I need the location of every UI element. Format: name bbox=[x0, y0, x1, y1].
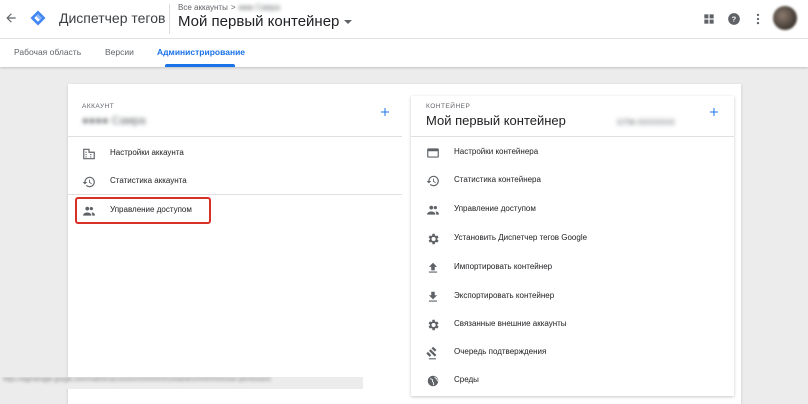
add-account-plus-icon[interactable] bbox=[379, 106, 391, 118]
environments-item[interactable]: Среды bbox=[426, 371, 716, 391]
import-container-label: Импортировать контейнер bbox=[454, 262, 553, 271]
export-container-item[interactable]: Экспортировать контейнер bbox=[426, 287, 716, 307]
container-settings-label: Настройки контейнера bbox=[454, 147, 539, 156]
building-icon bbox=[83, 148, 95, 160]
history-icon bbox=[82, 176, 95, 188]
gear-icon bbox=[428, 233, 439, 245]
container-activity-item[interactable]: Статистика контейнера bbox=[426, 171, 716, 191]
export-container-label: Экспортировать контейнер bbox=[454, 291, 555, 300]
container-title: Мой первый контейнер bbox=[178, 13, 340, 30]
status-url-bar: https://tagmanager.google.com/#/admin/ac… bbox=[0, 377, 363, 389]
container-divider bbox=[411, 136, 734, 137]
account-activity-item[interactable]: Статистика аккаунта bbox=[82, 172, 382, 192]
linked-accounts-label: Связанные внешние аккаунты bbox=[454, 319, 567, 328]
more-vert-icon[interactable] bbox=[751, 12, 765, 26]
top-bar: Диспетчер тегов Все аккаунты > ●●● Самра М… bbox=[0, 0, 808, 39]
import-container-item[interactable]: Импортировать контейнер bbox=[426, 258, 716, 278]
container-name: Мой первый контейнер bbox=[426, 113, 566, 128]
account-divider-2 bbox=[68, 194, 402, 195]
account-name: ●●●● Самра bbox=[82, 115, 146, 127]
account-activity-label: Статистика аккаунта bbox=[110, 176, 187, 185]
install-gtm-item[interactable]: Установить Диспетчер тегов Google bbox=[426, 229, 716, 249]
tab-versions[interactable]: Версии bbox=[105, 47, 134, 57]
upload-icon bbox=[428, 262, 438, 273]
people-icon bbox=[427, 205, 439, 215]
account-settings-item[interactable]: Настройки аккаунта bbox=[82, 144, 382, 164]
container-user-management-label: Управление доступом bbox=[454, 204, 536, 213]
container-user-management-item[interactable]: Управление доступом bbox=[426, 200, 716, 220]
linked-accounts-item[interactable]: Связанные внешние аккаунты bbox=[426, 315, 716, 335]
help-icon[interactable]: ? bbox=[727, 12, 741, 26]
account-divider bbox=[68, 136, 402, 137]
container-section-label: КОНТЕЙНЕР bbox=[426, 103, 471, 110]
breadcrumb-all-accounts[interactable]: Все аккаунты bbox=[178, 3, 228, 12]
approval-queue-item[interactable]: Очередь подтверждения bbox=[426, 343, 716, 363]
tab-admin[interactable]: Администрирование bbox=[157, 47, 245, 57]
active-tab-indicator bbox=[165, 64, 235, 67]
container-id: GTM-XXXXXXX bbox=[617, 118, 675, 127]
highlight-frame bbox=[75, 197, 211, 224]
breadcrumb-separator: > bbox=[230, 3, 236, 12]
history-icon bbox=[426, 175, 439, 187]
chevron-down-icon bbox=[344, 20, 353, 25]
product-name[interactable]: Диспетчер тегов bbox=[59, 10, 165, 26]
breadcrumb-account[interactable]: ●●● Самра bbox=[239, 3, 280, 12]
web-icon bbox=[427, 148, 439, 158]
gtm-logo-icon bbox=[30, 10, 46, 26]
breadcrumb: Все аккаунты > ●●● Самра bbox=[178, 3, 280, 12]
container-settings-item[interactable]: Настройки контейнера bbox=[426, 143, 716, 163]
account-section-label: АККАУНТ bbox=[82, 103, 115, 110]
status-url: https://tagmanager.google.com/#/admin/ac… bbox=[3, 377, 271, 383]
install-gtm-label: Установить Диспетчер тегов Google bbox=[454, 233, 588, 242]
download-icon bbox=[428, 291, 438, 302]
environments-label: Среды bbox=[454, 375, 479, 384]
apps-grid-icon[interactable] bbox=[702, 12, 716, 26]
tab-bar: Рабочая область Версии Администрирование bbox=[0, 39, 808, 67]
avatar[interactable] bbox=[773, 6, 797, 30]
back-arrow-icon[interactable] bbox=[4, 11, 18, 25]
approval-queue-label: Очередь подтверждения bbox=[454, 347, 547, 356]
header-divider bbox=[169, 4, 170, 34]
add-container-plus-icon[interactable] bbox=[708, 106, 720, 118]
gear-icon bbox=[428, 319, 439, 331]
container-switcher[interactable]: Мой первый контейнер bbox=[178, 13, 353, 30]
tab-workspace[interactable]: Рабочая область bbox=[14, 47, 81, 57]
svg-text:?: ? bbox=[732, 15, 737, 24]
account-settings-label: Настройки аккаунта bbox=[110, 148, 184, 157]
gavel-icon bbox=[426, 346, 437, 360]
globe-icon bbox=[427, 375, 439, 387]
container-activity-label: Статистика контейнера bbox=[454, 175, 541, 184]
